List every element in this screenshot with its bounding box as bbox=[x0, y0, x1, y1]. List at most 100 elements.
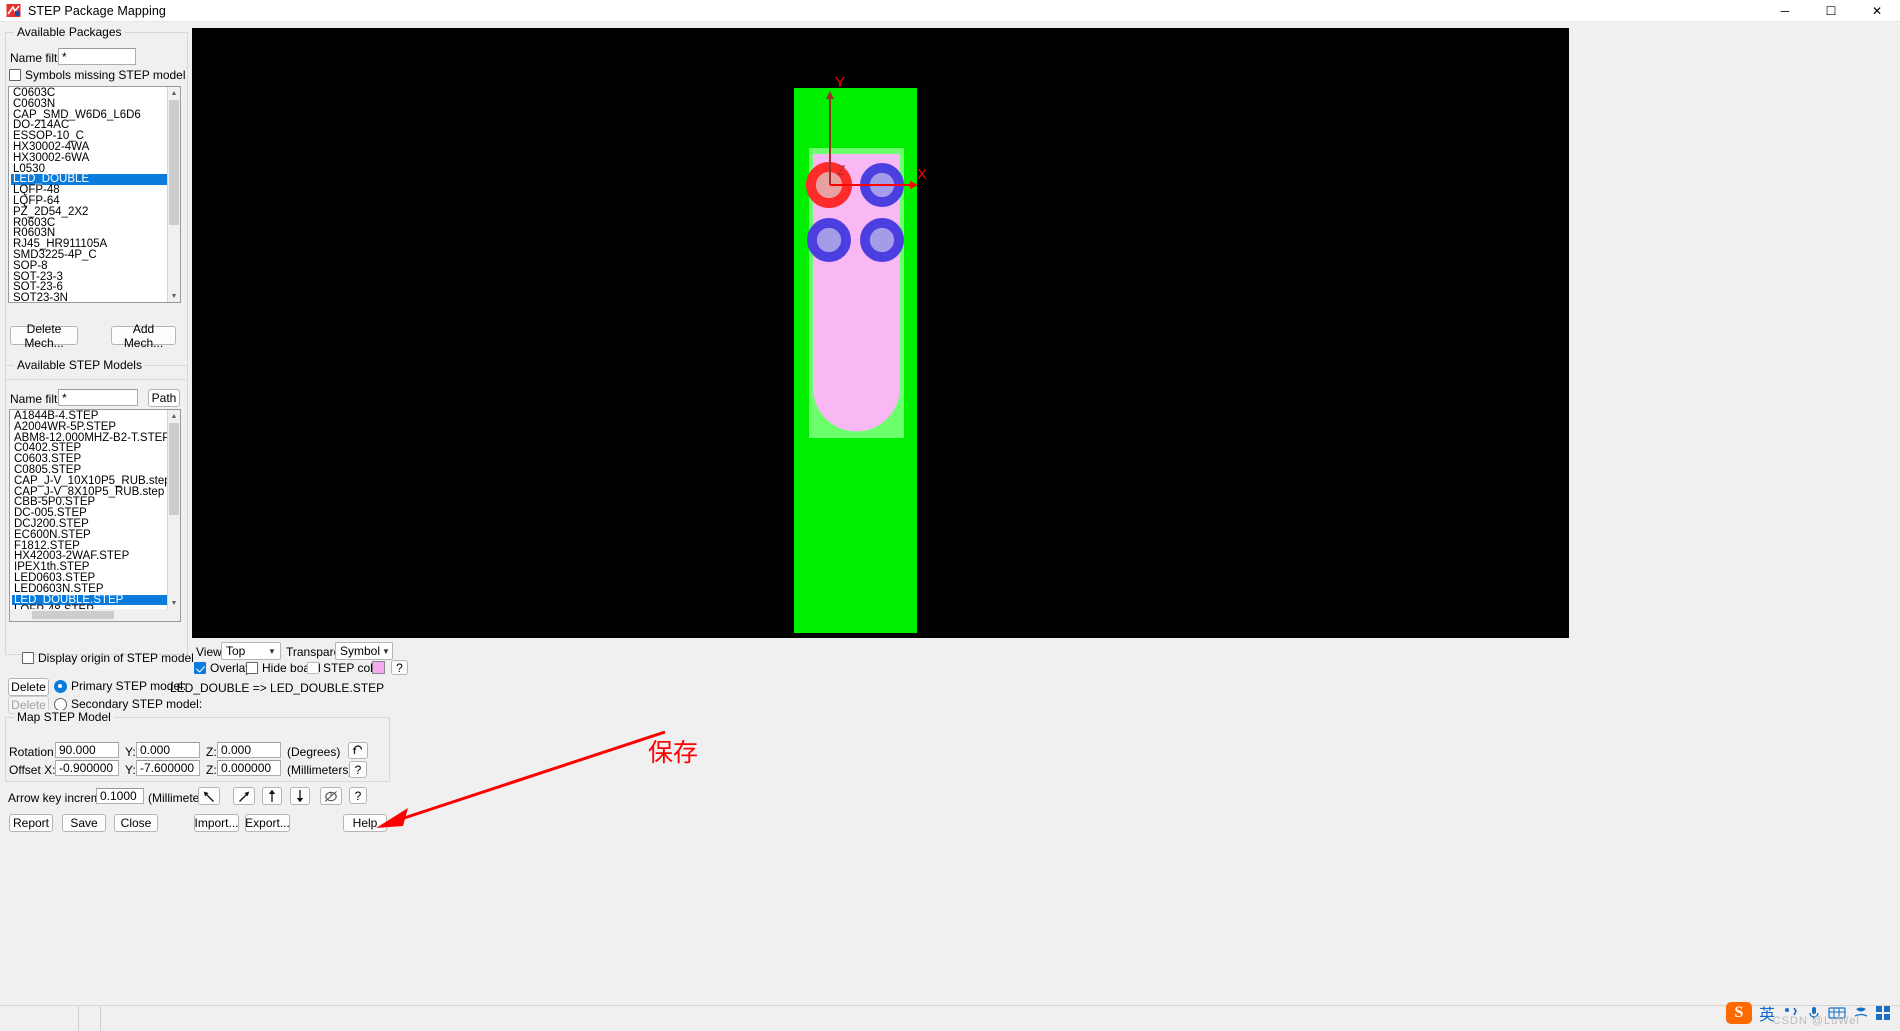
window-controls: ─ ☐ ✕ bbox=[1762, 0, 1900, 22]
step-package-mapping-window: STEP Package Mapping ─ ☐ ✕ Available Pac… bbox=[0, 0, 1900, 1031]
viewport-help-button[interactable]: ? bbox=[391, 660, 408, 675]
status-bar bbox=[0, 1005, 1900, 1031]
watermark: CSDN @LuWei bbox=[1772, 1015, 1860, 1027]
maximize-button[interactable]: ☐ bbox=[1808, 0, 1854, 22]
step-models-horizontal-scrollbar[interactable] bbox=[10, 609, 180, 621]
nudge-up-left-button[interactable] bbox=[198, 787, 220, 805]
package-item[interactable]: SOP-8 bbox=[11, 260, 167, 272]
packages-scroll-down-arrow[interactable]: ▼ bbox=[168, 290, 180, 302]
secondary-step-model-radio[interactable]: Secondary STEP model: bbox=[54, 697, 202, 711]
add-mech-button[interactable]: Add Mech... bbox=[111, 322, 176, 350]
delete-mech-button[interactable]: Delete Mech... bbox=[10, 322, 78, 350]
menu-icon[interactable] bbox=[1876, 1006, 1890, 1020]
transparent-select[interactable]: Symbol ▼ bbox=[335, 642, 393, 660]
help-button[interactable]: Help bbox=[343, 814, 387, 832]
chevron-down-icon-2: ▼ bbox=[382, 646, 390, 656]
symbols-missing-step-checkbox[interactable]: Symbols missing STEP model bbox=[9, 68, 186, 82]
package-item[interactable]: C0603N bbox=[11, 98, 167, 110]
primary-step-model-radio[interactable]: Primary STEP model: bbox=[54, 679, 186, 693]
symbols-missing-step-checkbox-box[interactable] bbox=[9, 69, 21, 81]
overlay-checkbox[interactable]: Overlay bbox=[194, 661, 251, 675]
packages-vertical-scrollbar[interactable]: ▲ ▼ bbox=[167, 87, 180, 302]
step-model-item[interactable]: CAP_J-V_10X10P5_RUB.step bbox=[12, 475, 167, 487]
axis-y-label: Y bbox=[835, 74, 845, 91]
step-models-list-items[interactable]: A1844B-4.STEP A2004WR-5P.STEP ABM8-12.000M… bbox=[10, 410, 167, 609]
primary-step-model-value: LED_DOUBLE => LED_DOUBLE.STEP bbox=[170, 681, 385, 695]
package-item[interactable]: HX30002-6WA bbox=[11, 152, 167, 164]
path-button[interactable]: Path bbox=[148, 389, 180, 407]
packages-scroll-up-arrow[interactable]: ▲ bbox=[168, 87, 180, 99]
primary-delete-button[interactable]: Delete bbox=[8, 678, 49, 696]
annotation-arrow bbox=[376, 730, 666, 828]
diagonal-up-left-icon bbox=[203, 791, 214, 802]
overlay-checkbox-box[interactable] bbox=[194, 662, 206, 674]
models-name-filter-input[interactable] bbox=[58, 389, 138, 406]
rotation-y-input[interactable] bbox=[136, 742, 200, 758]
annotation-label: 保存 bbox=[648, 738, 699, 767]
offset-x-label: Offset X: bbox=[9, 763, 56, 777]
step-models-listbox[interactable]: A1844B-4.STEP A2004WR-5P.STEP ABM8-12.000M… bbox=[9, 409, 181, 622]
save-button[interactable]: Save bbox=[62, 814, 106, 832]
primary-step-model-radio-dot[interactable] bbox=[54, 679, 67, 693]
step-models-scroll-down-arrow[interactable]: ▼ bbox=[168, 597, 180, 609]
symbols-missing-step-label: Symbols missing STEP model bbox=[25, 68, 186, 82]
arrow-down-icon bbox=[296, 790, 304, 803]
step-model-item[interactable]: LED0603N.STEP bbox=[12, 583, 167, 595]
step-model-item[interactable]: EC600N.STEP bbox=[12, 529, 167, 541]
offset-z-input[interactable] bbox=[217, 760, 281, 776]
step-models-scroll-thumb[interactable] bbox=[169, 423, 179, 515]
import-button[interactable]: Import... bbox=[194, 814, 239, 832]
step-3d-viewport[interactable]: Y X Z bbox=[192, 28, 1569, 638]
step-models-hscroll-thumb[interactable] bbox=[32, 611, 114, 619]
display-origin-checkbox[interactable]: Display origin of STEP model bbox=[22, 651, 194, 665]
reset-rotation-button[interactable] bbox=[348, 742, 368, 759]
map-step-help-button[interactable]: ? bbox=[349, 761, 367, 778]
mouse-icon bbox=[324, 790, 337, 802]
secondary-step-model-label: Secondary STEP model: bbox=[71, 697, 203, 711]
close-button[interactable]: ✕ bbox=[1854, 0, 1900, 22]
packages-listbox[interactable]: C0603C C0603N CAP_SMD_W6D6_L6D6 DO-214AC ESS… bbox=[8, 86, 181, 303]
nudge-down-button[interactable] bbox=[290, 787, 310, 805]
app-icon bbox=[6, 3, 22, 19]
arrow-increment-help-button[interactable]: ? bbox=[349, 787, 367, 804]
offset-x-input[interactable] bbox=[55, 760, 119, 776]
axis-z-label: Z bbox=[837, 162, 846, 178]
available-step-models-legend: Available STEP Models bbox=[14, 358, 145, 372]
nudge-down-right-button[interactable] bbox=[233, 787, 255, 805]
secondary-step-model-radio-dot[interactable] bbox=[54, 697, 67, 711]
step-model-item[interactable]: A2004WR-5P.STEP bbox=[12, 421, 167, 433]
sogou-logo-icon[interactable]: S bbox=[1725, 1002, 1752, 1024]
map-step-model-legend: Map STEP Model bbox=[14, 710, 114, 724]
rotation-z-label: Z: bbox=[206, 745, 217, 759]
chevron-down-icon: ▼ bbox=[268, 646, 276, 656]
nudge-up-button[interactable] bbox=[262, 787, 282, 805]
rotation-units-label: (Degrees) bbox=[287, 745, 341, 759]
step-models-scroll-up-arrow[interactable]: ▲ bbox=[168, 410, 180, 422]
step-models-vertical-scrollbar[interactable]: ▲ ▼ bbox=[167, 410, 180, 609]
offset-y-label: Y: bbox=[125, 763, 136, 777]
close-dialog-button[interactable]: Close bbox=[114, 814, 158, 832]
rotation-y-label: Y: bbox=[125, 745, 136, 759]
packages-list-items[interactable]: C0603C C0603N CAP_SMD_W6D6_L6D6 DO-214AC ESS… bbox=[9, 87, 167, 302]
report-button[interactable]: Report bbox=[9, 814, 53, 832]
offset-y-input[interactable] bbox=[136, 760, 200, 776]
rotation-x-input[interactable] bbox=[55, 742, 119, 758]
package-item[interactable]: SOT23-3N bbox=[11, 292, 167, 302]
mouse-mode-button[interactable] bbox=[320, 787, 342, 805]
rotation-z-input[interactable] bbox=[217, 742, 281, 758]
primary-step-model-label: Primary STEP model: bbox=[71, 679, 187, 693]
arrow-increment-input[interactable] bbox=[96, 788, 144, 804]
packages-scroll-thumb[interactable] bbox=[169, 100, 179, 225]
display-origin-checkbox-box[interactable] bbox=[22, 652, 34, 664]
diagonal-down-right-icon bbox=[239, 791, 250, 802]
view-select[interactable]: Top ▼ bbox=[221, 642, 281, 660]
minimize-button[interactable]: ─ bbox=[1762, 0, 1808, 22]
package-item[interactable]: PZ_2D54_2X2 bbox=[11, 206, 167, 218]
hide-board-checkbox-box[interactable] bbox=[246, 662, 258, 674]
packages-name-filter-input[interactable] bbox=[58, 48, 136, 65]
status-cell-2 bbox=[100, 1006, 1900, 1031]
axis-x-label: X bbox=[917, 166, 927, 183]
offset-z-label: Z: bbox=[206, 763, 217, 777]
export-button[interactable]: Export... bbox=[245, 814, 290, 832]
step-color-swatch[interactable] bbox=[372, 661, 385, 674]
